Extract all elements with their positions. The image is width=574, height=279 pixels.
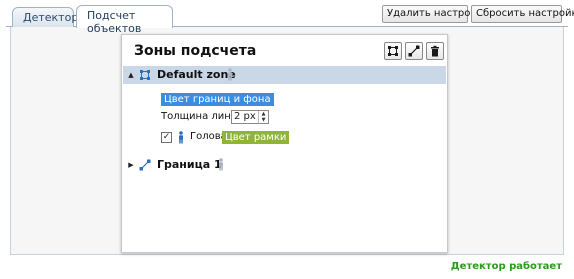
zone-icon (140, 70, 150, 80)
delete-button[interactable] (426, 42, 444, 60)
line-thickness-stepper[interactable]: 2 px ▲ ▼ (231, 110, 269, 124)
person-icon (219, 158, 223, 171)
person-icon (228, 68, 232, 81)
reset-settings-button[interactable]: Сбросить настройки (471, 5, 574, 23)
tab-detector[interactable]: Детектор (12, 7, 78, 27)
trash-icon (431, 45, 439, 57)
expanded-arrow-icon[interactable]: ▲ (127, 71, 135, 79)
collapsed-arrow-icon[interactable]: ▶ (127, 161, 135, 169)
frame-color-button[interactable]: Цвет рамки (222, 131, 290, 144)
add-zone-button[interactable] (384, 42, 402, 60)
head-person-icon (179, 131, 183, 144)
add-border-icon (408, 45, 420, 57)
panel-title: Зоны подсчета (134, 43, 257, 59)
head-checkbox[interactable]: ✓ (161, 132, 172, 143)
zone-row-default[interactable]: ▲ Default zone (123, 66, 446, 84)
stepper-arrows-icon[interactable]: ▲ ▼ (258, 111, 268, 123)
border-line-icon (139, 159, 151, 171)
add-border-button[interactable] (405, 42, 423, 60)
border-row-1[interactable]: ▶ Граница 1 (123, 157, 323, 175)
line-thickness-value: 2 px (234, 111, 256, 122)
counting-zones-panel: Зоны подсчета ▲ Default zone Цвет границ… (121, 34, 448, 253)
border-and-background-color-button[interactable]: Цвет границ и фона (161, 93, 274, 106)
tab-object-counting[interactable]: Подсчет объектов (76, 5, 173, 35)
tab-bar: Детектор Подсчет объектов Удалить настро… (0, 0, 574, 35)
zone-name: Default zone (157, 68, 236, 81)
border-name: Граница 1 (157, 158, 222, 171)
add-zone-icon (388, 46, 398, 56)
detector-status: Детектор работает (450, 261, 562, 272)
delete-settings-button[interactable]: Удалить настройки (382, 5, 489, 23)
